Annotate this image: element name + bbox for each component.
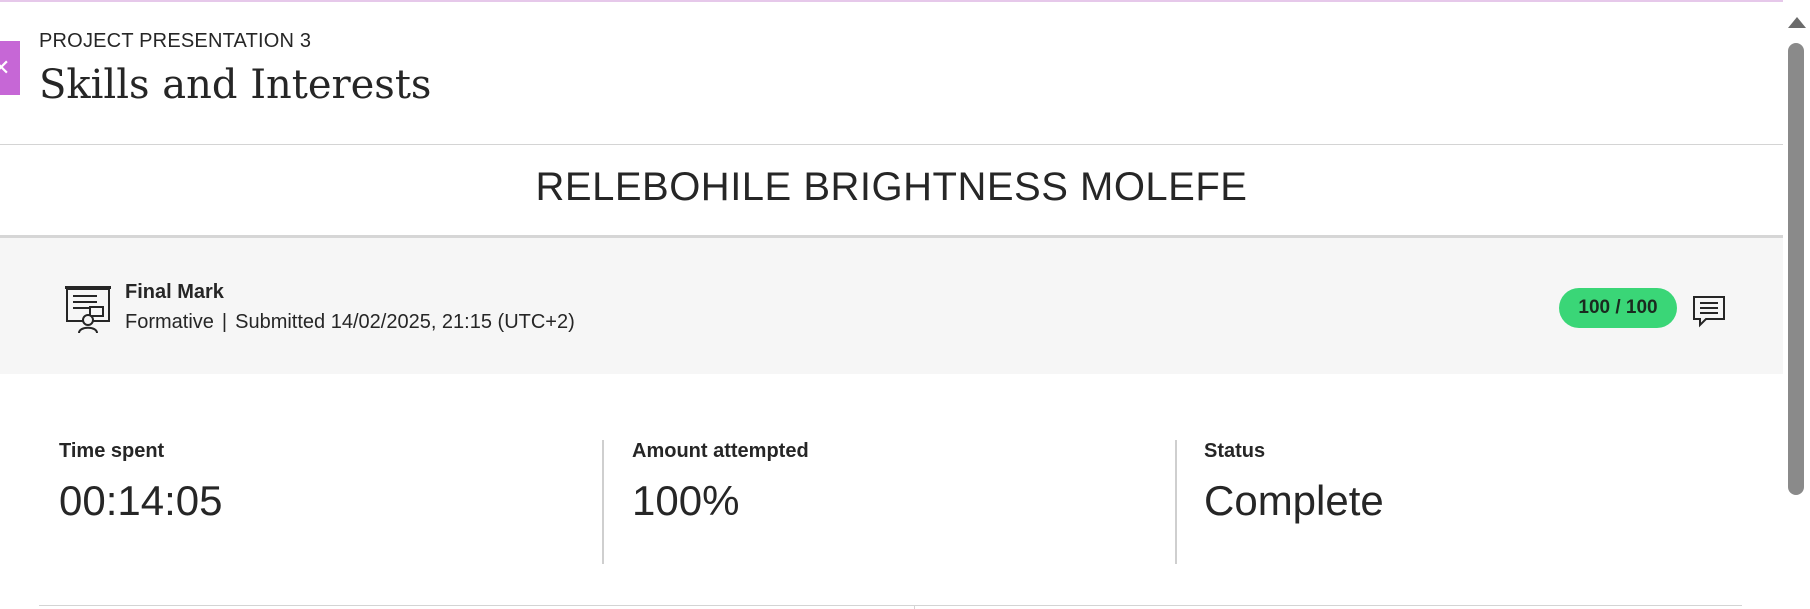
grade-type: Formative [125, 311, 214, 333]
grade-panel [0, 238, 1783, 374]
content-type-label: PROJECT PRESENTATION 3 [39, 30, 312, 52]
stat-value: 00:14:05 [59, 477, 223, 524]
stat-divider [1175, 440, 1177, 564]
header-divider [0, 144, 1783, 145]
stat-amount-attempted: Amount attempted 100% [632, 440, 809, 525]
separator: | [221, 311, 228, 333]
grade-score-pill: 100 / 100 [1559, 288, 1677, 328]
stat-divider [602, 440, 604, 564]
close-panel-button[interactable]: ✕ [0, 41, 20, 95]
grade-details: Formative | Submitted 14/02/2025, 21:15 (U… [125, 311, 575, 334]
stat-label: Time spent [59, 440, 165, 462]
close-icon: ✕ [0, 55, 11, 80]
page-title: Skills and Interests [39, 62, 432, 108]
stat-value: 100% [632, 477, 740, 524]
grade-title: Final Mark [125, 281, 224, 303]
bottom-divider [39, 605, 1742, 606]
scrollbar-thumb[interactable] [1788, 43, 1804, 495]
scroll-up-arrow-icon[interactable] [1788, 17, 1806, 28]
feedback-comment-icon[interactable] [1692, 294, 1726, 328]
stat-label: Status [1204, 440, 1266, 462]
stat-label: Amount attempted [632, 440, 809, 462]
submission-date: Submitted 14/02/2025, 21:15 (UTC+2) [235, 311, 575, 333]
stat-status: Status Complete [1204, 440, 1384, 525]
stat-value: Complete [1204, 477, 1384, 524]
student-name: RELEBOHILE BRIGHTNESS MOLEFE [535, 165, 1248, 209]
assessment-icon [65, 286, 111, 334]
stat-time-spent: Time spent 00:14:05 [59, 440, 223, 525]
bottom-divider-tick [914, 605, 915, 609]
top-accent-line [0, 0, 1810, 2]
